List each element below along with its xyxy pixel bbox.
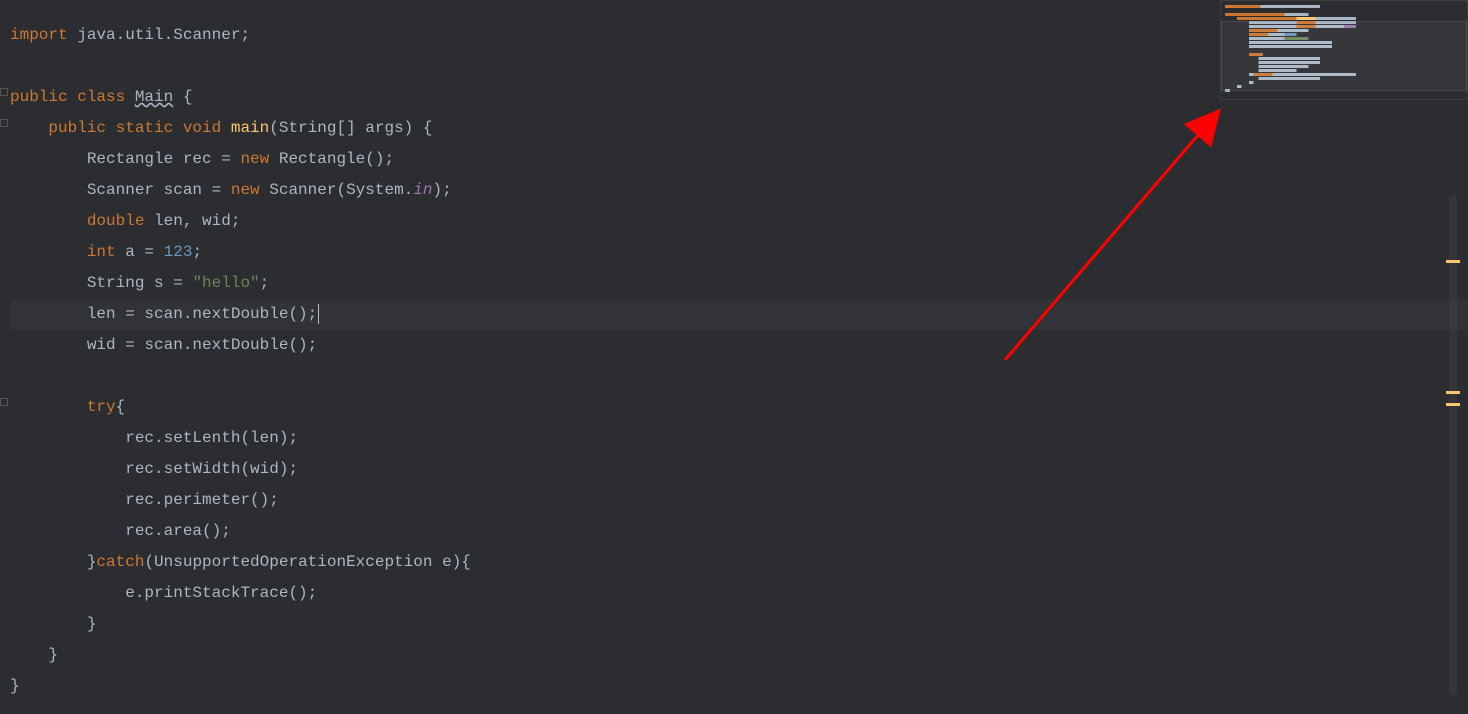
code-line-4[interactable]: public static void main(String[] args) {	[10, 113, 1468, 144]
right-gutter	[1446, 0, 1460, 694]
code-editor[interactable]: import java.util.Scanner; public class M…	[0, 0, 1468, 694]
fold-gutter	[0, 20, 8, 714]
fold-indicator[interactable]	[0, 88, 8, 96]
code-line-22[interactable]: }	[10, 671, 1468, 702]
code-line-6[interactable]: Scanner scan = new Scanner(System.in);	[10, 175, 1468, 206]
annotation-arrow-icon	[1000, 105, 1230, 365]
scrollbar-track[interactable]	[1449, 195, 1457, 695]
code-line-10-current[interactable]: len = scan.nextDouble();	[10, 299, 1468, 330]
code-line-17[interactable]: rec.area();	[10, 516, 1468, 547]
code-line-14[interactable]: rec.setLenth(len);	[10, 423, 1468, 454]
code-line-20[interactable]: }	[10, 609, 1468, 640]
code-line-11[interactable]: wid = scan.nextDouble();	[10, 330, 1468, 361]
gutter-warning-mark[interactable]	[1446, 260, 1460, 263]
fold-indicator[interactable]	[0, 119, 8, 127]
gutter-warning-mark[interactable]	[1446, 391, 1460, 394]
code-content[interactable]: import java.util.Scanner; public class M…	[0, 0, 1468, 702]
code-line-12[interactable]	[10, 361, 1468, 392]
code-line-13[interactable]: try{	[10, 392, 1468, 423]
fold-indicator[interactable]	[0, 398, 8, 406]
code-line-16[interactable]: rec.perimeter();	[10, 485, 1468, 516]
gutter-warning-mark[interactable]	[1446, 403, 1460, 406]
code-line-18[interactable]: }catch(UnsupportedOperationException e){	[10, 547, 1468, 578]
code-line-15[interactable]: rec.setWidth(wid);	[10, 454, 1468, 485]
minimap[interactable]	[1220, 0, 1468, 100]
code-line-21[interactable]: }	[10, 640, 1468, 671]
code-line-8[interactable]: int a = 123;	[10, 237, 1468, 268]
code-line-5[interactable]: Rectangle rec = new Rectangle();	[10, 144, 1468, 175]
code-line-9[interactable]: String s = "hello";	[10, 268, 1468, 299]
code-line-19[interactable]: e.printStackTrace();	[10, 578, 1468, 609]
text-cursor	[318, 304, 319, 324]
minimap-viewport[interactable]	[1221, 21, 1467, 91]
code-line-7[interactable]: double len, wid;	[10, 206, 1468, 237]
